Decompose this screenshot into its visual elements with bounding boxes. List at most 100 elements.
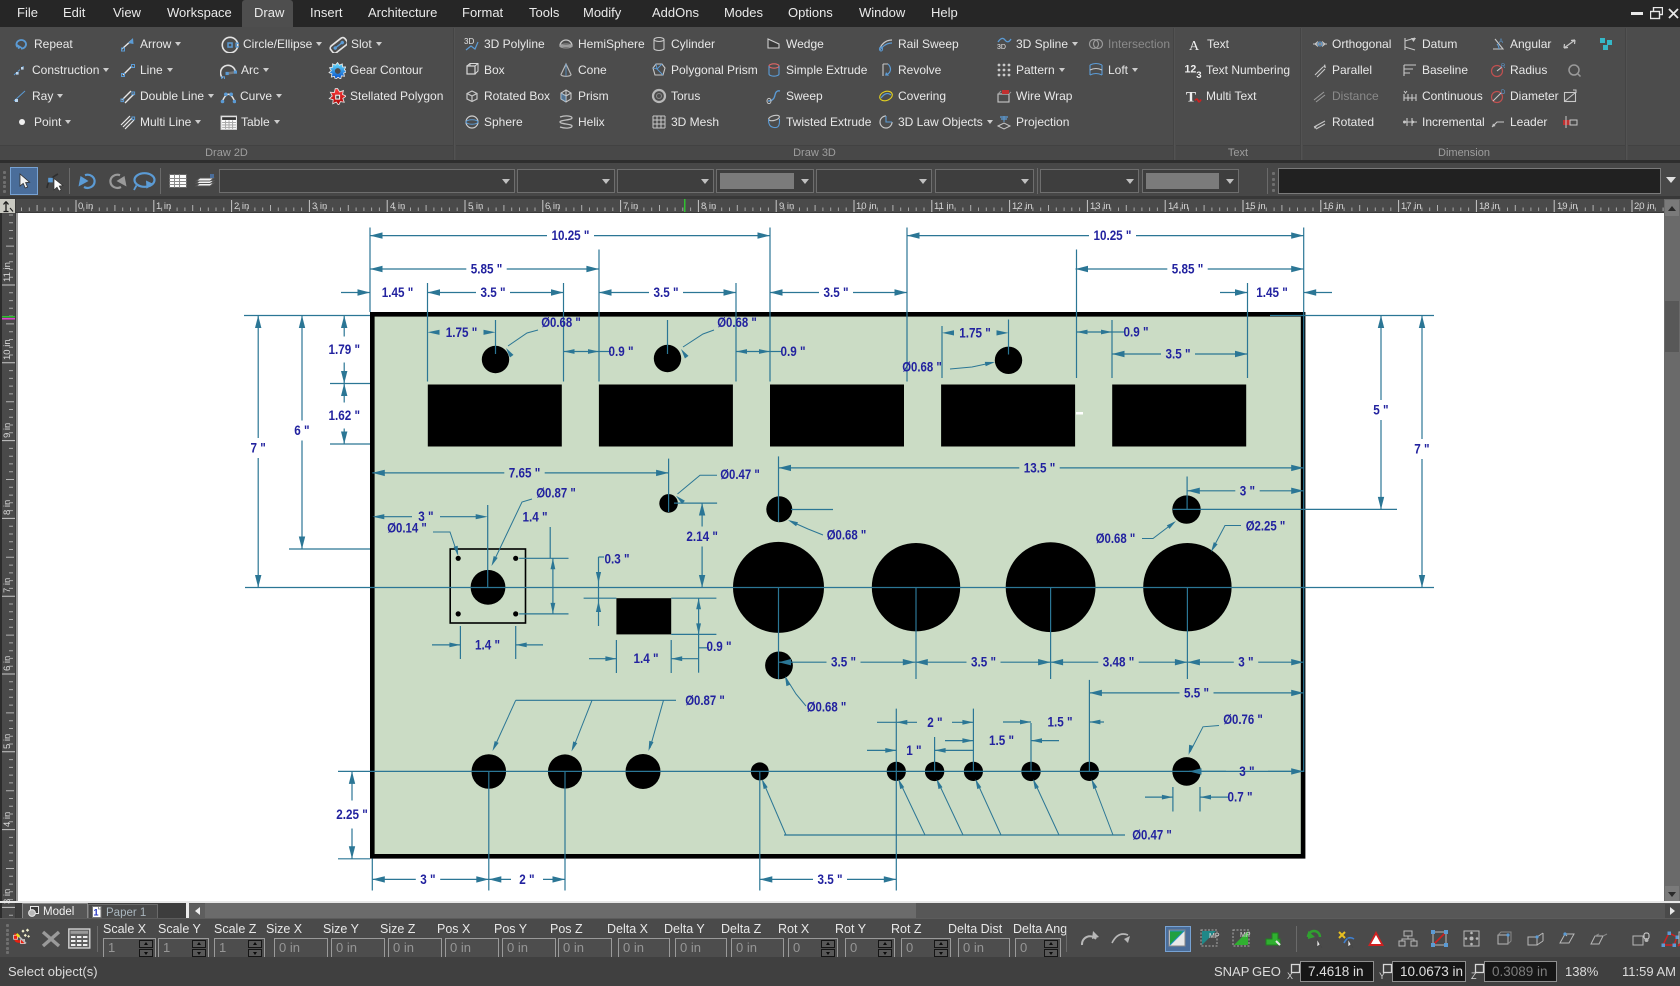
svg-text:2.14 ": 2.14 "	[686, 528, 718, 544]
svg-text:12: 12	[1185, 63, 1197, 75]
svg-text:5.85 ": 5.85 "	[1172, 261, 1204, 277]
svg-text:10 in: 10 in	[2, 339, 13, 360]
svg-text:Ø0.68 ": Ø0.68 "	[807, 699, 847, 715]
svg-text:1 in: 1 in	[156, 201, 171, 212]
svg-text:9 in: 9 in	[2, 423, 13, 438]
svg-text:11 in: 11 in	[934, 201, 954, 212]
svg-text:8 in: 8 in	[701, 201, 716, 212]
svg-text:3.5 ": 3.5 "	[971, 654, 996, 670]
svg-text:6 in: 6 in	[2, 656, 13, 671]
svg-text:A: A	[1499, 39, 1503, 45]
svg-text:3.5 ": 3.5 "	[654, 284, 679, 300]
svg-text:19 in: 19 in	[1557, 201, 1578, 212]
svg-text:D: D	[1501, 90, 1506, 96]
svg-text:6 in: 6 in	[545, 201, 560, 212]
svg-text:18 in: 18 in	[1479, 201, 1500, 212]
svg-text:1: 1	[94, 908, 99, 918]
svg-text:1 ": 1 "	[906, 742, 921, 758]
svg-text:0.9 ": 0.9 "	[609, 343, 634, 359]
svg-text:Z: Z	[1471, 971, 1477, 980]
svg-text:Ø0.14 ": Ø0.14 "	[387, 520, 427, 536]
svg-text:10.25 ": 10.25 "	[552, 227, 590, 243]
svg-text:15 in: 15 in	[1245, 201, 1266, 212]
svg-text:3 ": 3 "	[1239, 763, 1254, 779]
svg-text:9 in: 9 in	[779, 201, 794, 212]
svg-text:2 in: 2 in	[234, 201, 249, 212]
svg-text:A: A	[1189, 38, 1200, 53]
svg-text:4 in: 4 in	[2, 812, 13, 827]
svg-text:Ø0.68 ": Ø0.68 "	[717, 314, 757, 330]
svg-text:3 ": 3 "	[1240, 482, 1255, 498]
svg-text:1.4 ": 1.4 "	[634, 650, 659, 666]
svg-text:1.45 ": 1.45 "	[1256, 284, 1288, 300]
svg-text:0.9 ": 0.9 "	[1124, 324, 1149, 340]
svg-text:Ø0.47 ": Ø0.47 "	[720, 466, 760, 482]
svg-text:3.5 ": 3.5 "	[824, 284, 849, 300]
svg-text:3.5 ": 3.5 "	[1166, 346, 1191, 362]
svg-text:3 ": 3 "	[420, 871, 435, 887]
svg-text:11 in: 11 in	[2, 262, 13, 282]
svg-text:Ø0.68 ": Ø0.68 "	[827, 527, 867, 543]
svg-text:MP: MP	[1240, 932, 1251, 939]
svg-text:10.25 ": 10.25 "	[1094, 227, 1132, 243]
svg-text:3.48 ": 3.48 "	[1103, 654, 1135, 670]
svg-text:1.4 ": 1.4 "	[523, 509, 548, 525]
svg-text:1.5 ": 1.5 "	[989, 732, 1014, 748]
svg-text:0.7 ": 0.7 "	[1228, 789, 1253, 805]
svg-text:2.25 ": 2.25 "	[336, 806, 368, 822]
svg-text:3.5 ": 3.5 "	[818, 871, 843, 887]
svg-text:7.65 ": 7.65 "	[509, 464, 541, 480]
svg-text:1.79 ": 1.79 "	[329, 341, 361, 357]
svg-text:7 ": 7 "	[1414, 441, 1429, 457]
svg-text:20 in: 20 in	[1634, 201, 1655, 212]
svg-text:12 in: 12 in	[1012, 201, 1033, 212]
svg-text:0.9 ": 0.9 "	[707, 638, 732, 654]
svg-text:X: X	[1287, 971, 1293, 980]
svg-text:1.75 ": 1.75 "	[446, 324, 478, 340]
svg-text:6 ": 6 "	[294, 422, 309, 438]
svg-text:Ø0.76 ": Ø0.76 "	[1223, 711, 1263, 727]
svg-text:1.45 ": 1.45 "	[382, 284, 414, 300]
svg-text:7 ": 7 "	[251, 440, 266, 456]
svg-text:Ø0.68 ": Ø0.68 "	[541, 314, 581, 330]
svg-text:Ø0.87 ": Ø0.87 "	[536, 485, 576, 501]
svg-text:1.62 ": 1.62 "	[329, 407, 361, 423]
svg-text:10 in: 10 in	[856, 201, 877, 212]
svg-text:1.4 ": 1.4 "	[475, 636, 500, 652]
svg-text:5 ": 5 "	[1373, 402, 1388, 418]
svg-text:3.5 ": 3.5 "	[831, 654, 856, 670]
svg-text:0.9 ": 0.9 "	[781, 343, 806, 359]
svg-text:MP: MP	[1209, 933, 1220, 940]
svg-text:Ø0.68 ": Ø0.68 "	[1096, 530, 1136, 546]
svg-text:2 ": 2 "	[519, 871, 534, 887]
svg-text:2 ": 2 "	[927, 714, 942, 730]
svg-text:5.85 ": 5.85 "	[471, 261, 503, 277]
svg-text:0.3 ": 0.3 "	[605, 551, 630, 567]
svg-text:5 in: 5 in	[2, 734, 13, 749]
svg-text:3 in: 3 in	[312, 201, 327, 212]
svg-text:1.75 ": 1.75 "	[959, 324, 991, 340]
svg-text:7 in: 7 in	[623, 201, 638, 212]
svg-text:3.5 ": 3.5 "	[481, 284, 506, 300]
svg-text:1.5 ": 1.5 "	[1048, 714, 1073, 730]
svg-text:Y: Y	[1379, 971, 1385, 980]
svg-text:8 in: 8 in	[2, 500, 13, 515]
svg-text:Ø0.68 ": Ø0.68 "	[902, 359, 942, 375]
svg-text:5.5 ": 5.5 "	[1184, 684, 1209, 700]
svg-text:13 in: 13 in	[1090, 201, 1111, 212]
svg-text:3D: 3D	[997, 44, 1006, 51]
svg-text:3D: 3D	[464, 37, 474, 46]
svg-text:T: T	[1186, 89, 1196, 105]
svg-text:17 in: 17 in	[1401, 201, 1422, 212]
svg-text:0 in: 0 in	[78, 201, 93, 212]
svg-text:Ø0.47 ": Ø0.47 "	[1132, 827, 1172, 843]
svg-text:4 in: 4 in	[390, 201, 405, 212]
svg-text:3 ": 3 "	[1238, 654, 1253, 670]
svg-text:3: 3	[1196, 69, 1201, 78]
svg-text:R: R	[1501, 64, 1506, 70]
svg-text:14 in: 14 in	[1168, 201, 1189, 212]
svg-text:Ø2.25 ": Ø2.25 "	[1246, 518, 1286, 534]
svg-text:16 in: 16 in	[1323, 201, 1344, 212]
svg-text:13.5 ": 13.5 "	[1024, 459, 1056, 475]
svg-text:7 in: 7 in	[2, 578, 13, 593]
